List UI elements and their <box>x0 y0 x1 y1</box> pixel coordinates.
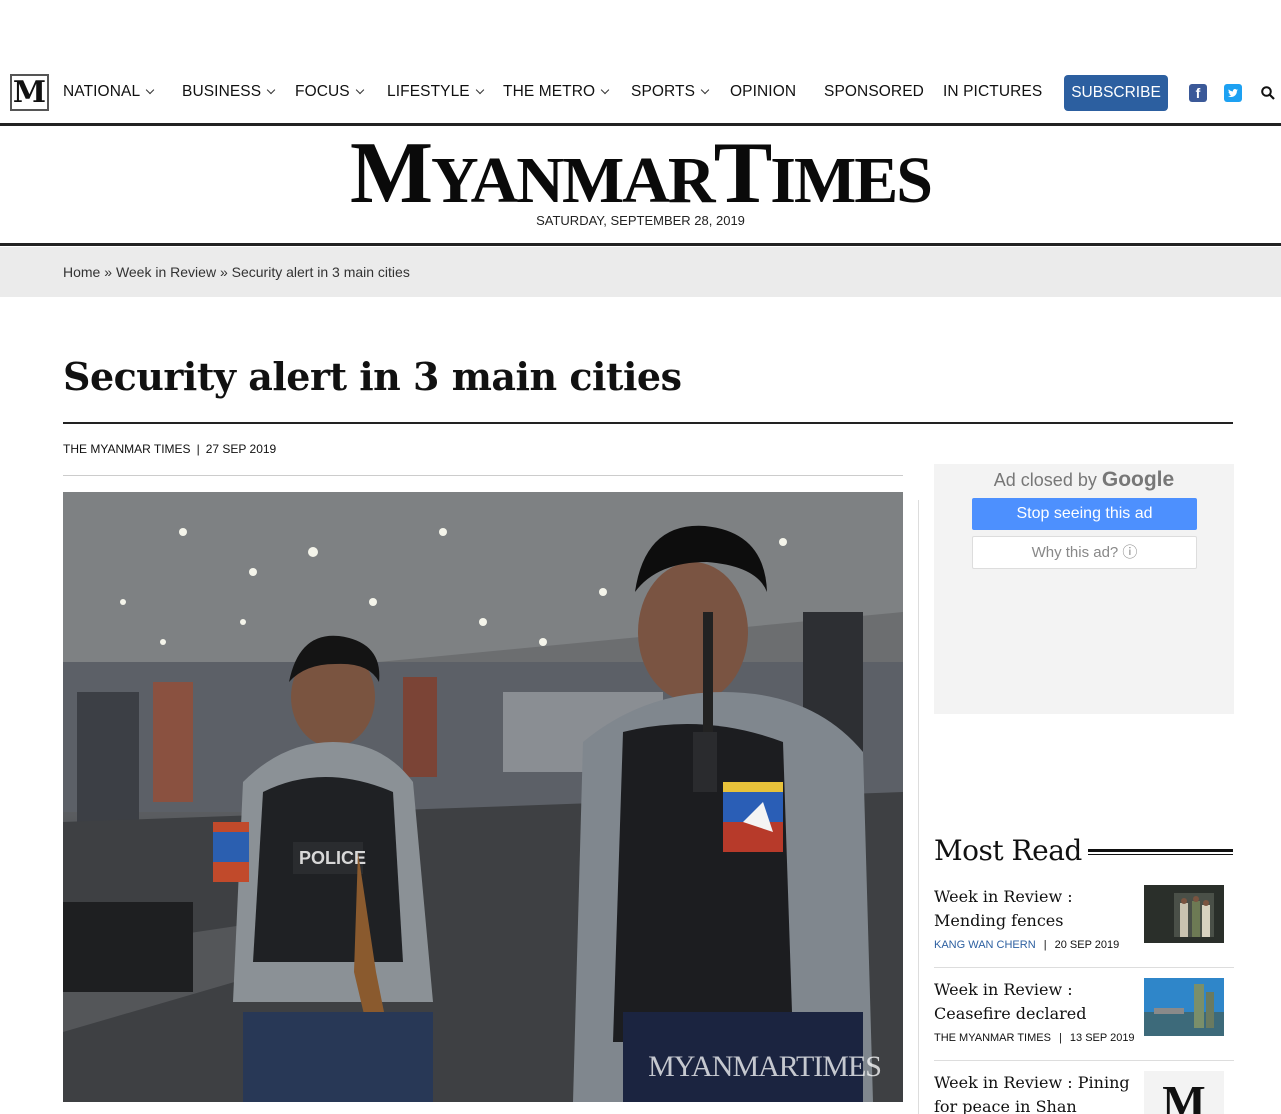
google-logo: Google <box>1101 468 1175 491</box>
breadcrumb-separator: » <box>219 264 228 280</box>
article-date: 27 SEP 2019 <box>205 442 277 456</box>
nav-label: SPORTS <box>631 83 696 100</box>
masthead-divider <box>0 243 1281 246</box>
meta-separator: | <box>1043 939 1047 951</box>
article-photo[interactable]: POLICE MYANMARTIMES <box>63 492 903 1102</box>
masthead-letter: T <box>713 125 773 222</box>
photo-illustration: POLICE <box>63 492 903 1102</box>
ad-slot: Ad closed by Google Stop seeing this ad … <box>934 464 1234 714</box>
twitter-icon[interactable] <box>1224 84 1242 102</box>
ad-closed-text: Ad closed by <box>993 470 1097 490</box>
breadcrumb-separator: » <box>104 264 113 280</box>
most-read-item[interactable]: Week in Review : Pining for peace in Sha… <box>934 1071 1234 1114</box>
most-read-divider <box>934 967 1234 968</box>
logo-icon[interactable]: M <box>10 74 49 111</box>
thumbnail-image <box>1144 885 1224 943</box>
breadcrumb-current: Security alert in 3 main cities <box>231 264 410 280</box>
meta-divider <box>63 475 903 476</box>
search-icon[interactable] <box>1261 86 1275 100</box>
most-read-item[interactable]: Week in Review : Ceasefire declared THE … <box>934 978 1234 1044</box>
most-read-date: 13 SEP 2019 <box>1069 1032 1135 1044</box>
most-read-author[interactable]: THE MYANMAR TIMES <box>934 1032 1051 1044</box>
thumbnail-image <box>1144 978 1224 1036</box>
most-read-author[interactable]: KANG WAN CHERN <box>934 939 1036 951</box>
nav-item-opinion[interactable]: OPINION <box>730 83 796 101</box>
breadcrumb-bar: Home » Week in Review » Security alert i… <box>0 247 1281 297</box>
nav-item-sports[interactable]: SPORTS <box>631 83 710 101</box>
photo-watermark: MYANMARTIMES <box>648 1050 882 1083</box>
nav-item-the-metro[interactable]: THE METRO <box>503 83 610 101</box>
nav-label: NATIONAL <box>63 83 141 100</box>
most-read-thumbnail[interactable] <box>1144 978 1224 1036</box>
chevron-down-icon <box>475 85 484 95</box>
masthead-date: SATURDAY, SEPTEMBER 28, 2019 <box>536 213 745 228</box>
breadcrumb-home[interactable]: Home <box>63 264 100 280</box>
most-read-rule <box>1088 849 1233 852</box>
top-nav: M NATIONAL BUSINESS FOCUS LIFESTYLE THE … <box>0 74 1281 112</box>
most-read-thumbnail[interactable] <box>1144 885 1224 943</box>
nav-label: FOCUS <box>295 83 350 100</box>
stop-seeing-ad-button[interactable]: Stop seeing this ad <box>972 498 1197 530</box>
nav-item-lifestyle[interactable]: LIFESTYLE <box>387 83 484 101</box>
meta-separator: | <box>1059 1032 1062 1044</box>
breadcrumb-section[interactable]: Week in Review <box>116 264 216 280</box>
why-this-ad-button[interactable]: Why this ad? ⓘ <box>972 536 1197 569</box>
most-read-item[interactable]: Week in Review : Mending fences KANG WAN… <box>934 885 1234 951</box>
chevron-down-icon <box>355 85 364 95</box>
most-read-headline[interactable]: Week in Review : Pining for peace in Sha… <box>934 1071 1134 1114</box>
most-read-divider <box>934 1060 1234 1061</box>
chevron-down-icon <box>266 85 276 95</box>
breadcrumb: Home » Week in Review » Security alert i… <box>63 264 410 280</box>
most-read-thumbnail[interactable]: M <box>1144 1071 1224 1114</box>
most-read-headline[interactable]: Week in Review : Ceasefire declared <box>934 978 1134 1026</box>
article-meta: THE MYANMAR TIMES | 27 SEP 2019 <box>63 442 276 456</box>
ad-closed-label: Ad closed by Google <box>934 468 1234 492</box>
most-read-rule <box>1088 854 1233 855</box>
article-title: Security alert in 3 main cities <box>63 354 682 399</box>
nav-item-focus[interactable]: FOCUS <box>295 83 364 101</box>
photo-patch-text: POLICE <box>299 848 366 868</box>
subscribe-button[interactable]: SUBSCRIBE <box>1064 75 1168 111</box>
facebook-icon[interactable]: f <box>1189 84 1207 102</box>
most-read-date: 20 SEP 2019 <box>1054 939 1120 951</box>
article-author[interactable]: THE MYANMAR TIMES <box>63 442 191 456</box>
meta-separator: | <box>196 442 200 456</box>
masthead-text: YANMAR <box>431 144 716 217</box>
chevron-down-icon <box>700 85 710 95</box>
nav-item-national[interactable]: NATIONAL <box>63 83 155 101</box>
nav-label: BUSINESS <box>182 83 262 100</box>
chevron-down-icon <box>600 85 610 95</box>
nav-item-in-pictures[interactable]: IN PICTURES <box>943 83 1042 101</box>
masthead-letter: M <box>349 125 433 222</box>
nav-item-sponsored[interactable]: SPONSORED <box>824 83 924 101</box>
title-divider <box>63 422 1233 424</box>
most-read-title: Most Read <box>934 834 1082 867</box>
most-read-headline[interactable]: Week in Review : Mending fences <box>934 885 1134 933</box>
nav-label: LIFESTYLE <box>387 83 470 100</box>
sidebar-divider <box>918 500 919 1114</box>
nav-item-business[interactable]: BUSINESS <box>182 83 276 101</box>
chevron-down-icon <box>145 85 155 95</box>
masthead-text: IMES <box>770 144 933 217</box>
nav-label: THE METRO <box>503 83 596 100</box>
